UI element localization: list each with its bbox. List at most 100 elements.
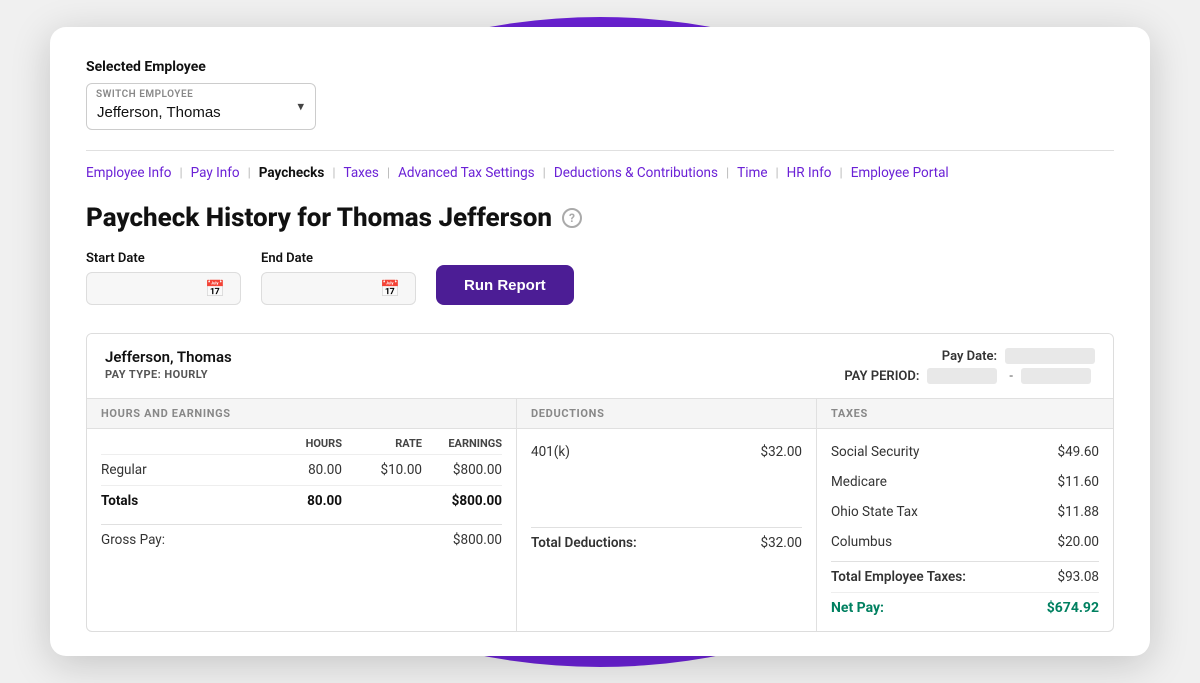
pay-date-row: Pay Date: (844, 348, 1095, 364)
employee-name: Jefferson, Thomas (105, 348, 232, 366)
he-totals-rate (342, 493, 422, 509)
he-regular-hours: 80.00 (262, 462, 342, 478)
tax-ohio-row: Ohio State Tax $11.88 (831, 497, 1099, 527)
he-sub-header: HOURS RATE EARNINGS (101, 429, 502, 455)
sidebar-item-hr-info[interactable]: HR Info (787, 165, 832, 181)
nav-separator: | (248, 166, 251, 181)
start-date-input-wrapper: 📅 (86, 272, 241, 305)
nav-separator: | (543, 166, 546, 181)
he-col-rate: RATE (342, 437, 422, 450)
he-gross-hours (262, 532, 342, 548)
page-title: Paycheck History for Thomas Jefferson (86, 203, 552, 233)
pay-type: PAY TYPE: HOURLY (105, 368, 232, 381)
net-pay-label: Net Pay: (831, 600, 884, 616)
sidebar-item-paychecks[interactable]: Paychecks (259, 165, 325, 181)
pay-period-row: PAY PERIOD: - (844, 368, 1095, 384)
end-date-input-wrapper: 📅 (261, 272, 416, 305)
sidebar-item-taxes[interactable]: Taxes (344, 165, 379, 181)
net-pay-amount: $674.92 (1047, 600, 1099, 616)
nav-separator: | (726, 166, 729, 181)
sidebar-item-time[interactable]: Time (737, 165, 767, 181)
tax-total-amount: $93.08 (1058, 569, 1100, 585)
nav-separator: | (840, 166, 843, 181)
tax-medicare-label: Medicare (831, 474, 887, 490)
he-gross-earnings: $800.00 (422, 532, 502, 548)
end-date-group: End Date 📅 (261, 251, 416, 305)
tax-medicare-amount: $11.60 (1058, 474, 1100, 490)
ded-total-row: Total Deductions: $32.00 (531, 527, 802, 558)
calendar-icon-end[interactable]: 📅 (380, 279, 400, 298)
end-date-label: End Date (261, 251, 416, 266)
he-regular-rate: $10.00 (342, 462, 422, 478)
he-totals-label: Totals (101, 493, 262, 509)
calendar-icon[interactable]: 📅 (205, 279, 225, 298)
ded-401k-label: 401(k) (531, 444, 570, 460)
period-dash: - (1009, 369, 1013, 384)
pay-period-end (1021, 368, 1091, 384)
he-col-earnings: EARNINGS (422, 437, 502, 450)
col-deductions: DEDUCTIONS 401(k) $32.00 Total Deduction… (517, 399, 817, 631)
nav-separator: | (387, 166, 390, 181)
col-taxes: TAXES Social Security $49.60 Medicare $1… (817, 399, 1113, 631)
col-hours-earnings: HOURS AND EARNINGS HOURS RATE EARNINGS R… (87, 399, 517, 631)
he-gross-rate (342, 532, 422, 548)
net-pay-row: Net Pay: $674.92 (831, 592, 1099, 623)
taxes-body: Social Security $49.60 Medicare $11.60 O… (817, 429, 1113, 631)
tax-social-security-amount: $49.60 (1058, 444, 1100, 460)
he-totals-earnings: $800.00 (422, 493, 502, 509)
switch-employee-wrapper: SWITCH EMPLOYEE Jefferson, Thomas ▾ (86, 83, 316, 130)
sidebar-item-advanced-tax-settings[interactable]: Advanced Tax Settings (398, 165, 535, 181)
pay-date-value (1005, 348, 1095, 364)
selected-employee-label: Selected Employee (86, 59, 1114, 75)
he-regular-row: Regular 80.00 $10.00 $800.00 (101, 455, 502, 485)
sidebar-item-pay-info[interactable]: Pay Info (191, 165, 240, 181)
ded-total-amount: $32.00 (761, 535, 803, 551)
end-date-input[interactable] (272, 281, 372, 297)
paycheck-section: Jefferson, Thomas PAY TYPE: HOURLY Pay D… (86, 333, 1114, 632)
he-col-empty (101, 437, 262, 450)
sidebar-item-employee-info[interactable]: Employee Info (86, 165, 171, 181)
tax-social-security-label: Social Security (831, 444, 919, 460)
tax-columbus-amount: $20.00 (1058, 534, 1100, 550)
pay-date-label: Pay Date: (942, 349, 997, 364)
paycheck-header-row: Jefferson, Thomas PAY TYPE: HOURLY Pay D… (87, 334, 1113, 398)
sidebar-item-employee-portal[interactable]: Employee Portal (851, 165, 949, 181)
tax-columbus-label: Columbus (831, 534, 892, 550)
start-date-label: Start Date (86, 251, 241, 266)
tax-columbus-row: Columbus $20.00 (831, 527, 1099, 557)
help-icon[interactable]: ? (562, 208, 582, 228)
date-filter-row: Start Date 📅 End Date 📅 Run Report (86, 251, 1114, 305)
tax-total-row: Total Employee Taxes: $93.08 (831, 561, 1099, 592)
run-report-button[interactable]: Run Report (436, 265, 574, 305)
ded-401k-amount: $32.00 (761, 444, 803, 460)
pay-period-label: PAY PERIOD: (844, 369, 919, 384)
tax-ohio-label: Ohio State Tax (831, 504, 918, 520)
nav-bar: Employee Info | Pay Info | Paychecks | T… (86, 150, 1114, 181)
he-regular-label: Regular (101, 462, 262, 478)
deductions-body: 401(k) $32.00 Total Deductions: $32.00 (517, 429, 816, 566)
he-gross-row: Gross Pay: $800.00 (101, 524, 502, 555)
he-gross-label: Gross Pay: (101, 532, 262, 548)
nav-separator: | (179, 166, 182, 181)
he-col-hours: HOURS (262, 437, 342, 450)
he-totals-row: Totals 80.00 $800.00 (101, 485, 502, 516)
nav-separator: | (775, 166, 778, 181)
ded-total-label: Total Deductions: (531, 535, 637, 551)
tax-medicare-row: Medicare $11.60 (831, 467, 1099, 497)
ded-401k-row: 401(k) $32.00 (531, 437, 802, 467)
he-regular-earnings: $800.00 (422, 462, 502, 478)
deductions-header: DEDUCTIONS (517, 399, 816, 429)
main-card: Selected Employee SWITCH EMPLOYEE Jeffer… (50, 27, 1150, 656)
tax-ohio-amount: $11.88 (1058, 504, 1100, 520)
sidebar-item-deductions-contributions[interactable]: Deductions & Contributions (554, 165, 718, 181)
nav-separator: | (332, 166, 335, 181)
taxes-header: TAXES (817, 399, 1113, 429)
start-date-group: Start Date 📅 (86, 251, 241, 305)
tax-total-label: Total Employee Taxes: (831, 569, 966, 585)
page-title-row: Paycheck History for Thomas Jefferson ? (86, 203, 1114, 233)
switch-employee-sublabel: SWITCH EMPLOYEE (96, 89, 193, 100)
he-totals-hours: 80.00 (262, 493, 342, 509)
hours-earnings-table: HOURS RATE EARNINGS Regular 80.00 $10.00… (87, 429, 516, 555)
paycheck-columns: HOURS AND EARNINGS HOURS RATE EARNINGS R… (87, 398, 1113, 631)
start-date-input[interactable] (97, 281, 197, 297)
